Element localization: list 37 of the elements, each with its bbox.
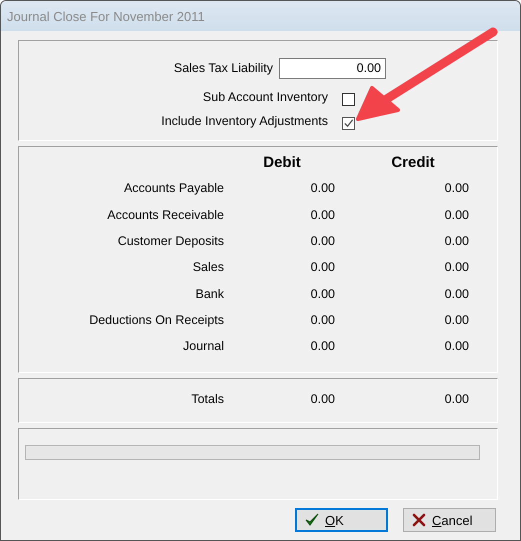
table-cell-text: 0.00 bbox=[444, 392, 470, 406]
account-label: Journal bbox=[182, 339, 224, 354]
table-cell-text: 0.00 bbox=[310, 312, 336, 327]
account-label: Accounts Payable bbox=[122, 181, 224, 196]
checkbox[interactable] bbox=[342, 116, 355, 130]
checkbox-label: Include Inventory Adjustments bbox=[160, 114, 328, 128]
account-label: Bank bbox=[194, 286, 224, 301]
account-label: Customer Deposits bbox=[116, 234, 224, 248]
table-cell-text: 0.00 bbox=[444, 286, 470, 301]
cancel-button[interactable]: Cancel bbox=[403, 508, 496, 532]
column-header: Debit bbox=[262, 154, 302, 171]
table-cell-text: 0.00 bbox=[310, 234, 336, 248]
cross-icon bbox=[412, 513, 426, 527]
table-cell-text: 0.00 bbox=[310, 260, 336, 274]
table-cell-text: 0.00 bbox=[444, 181, 470, 196]
field-label: Sales Tax Liability bbox=[172, 61, 273, 75]
table-cell-text: 0.00 bbox=[310, 181, 336, 196]
account-label: Sales bbox=[192, 260, 224, 274]
checkmark-icon bbox=[305, 513, 319, 527]
account-label: Accounts Receivable bbox=[106, 208, 224, 222]
table-cell-text: 0.00 bbox=[444, 234, 470, 248]
table-cell-text: 0.00 bbox=[444, 208, 470, 222]
table-cell-text: 0.00 bbox=[444, 260, 470, 274]
totals-label: Totals bbox=[190, 392, 224, 406]
table-cell-text: 0.00 bbox=[310, 339, 336, 354]
checkbox[interactable] bbox=[342, 92, 355, 106]
checkbox-label: Sub Account Inventory bbox=[202, 90, 328, 104]
sales-tax-field[interactable]: 0.00 bbox=[279, 58, 386, 78]
table-cell-text: 0.00 bbox=[310, 392, 336, 406]
account-label: Deductions On Receipts bbox=[88, 312, 224, 327]
table-cell-text: 0.00 bbox=[310, 286, 336, 301]
table-cell-text: 0.00 bbox=[310, 208, 336, 222]
column-header: Credit bbox=[390, 154, 436, 171]
table-cell-text: 0.00 bbox=[444, 339, 470, 354]
table-cell-text: 0.00 bbox=[444, 312, 470, 327]
ok-button[interactable]: OK bbox=[295, 508, 388, 532]
window-title: Journal Close For November 2011 bbox=[7, 8, 205, 24]
